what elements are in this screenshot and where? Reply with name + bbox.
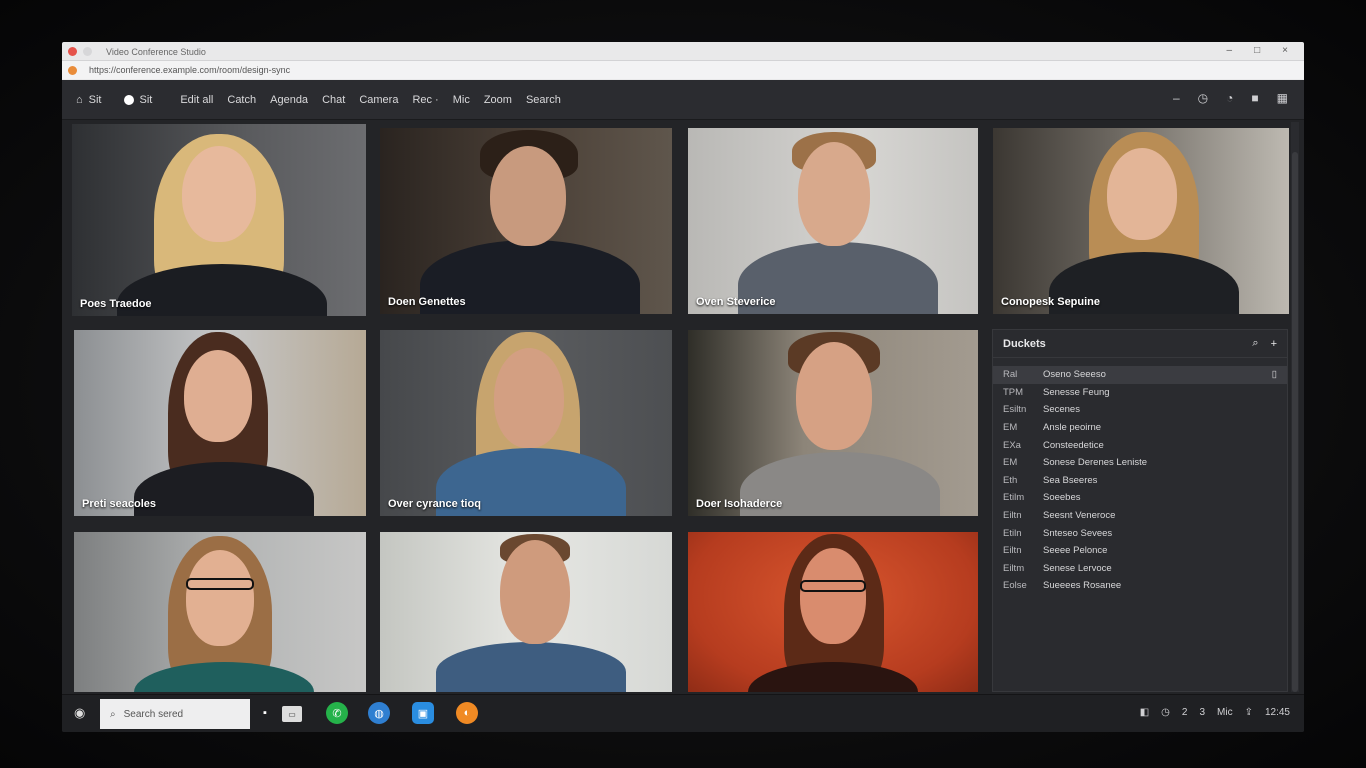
toolbar-record-button[interactable]: Rec ·: [412, 94, 438, 106]
layout-icon[interactable]: ▦: [1277, 91, 1288, 105]
list-item[interactable]: Eolse Sueeees Rosanee: [993, 577, 1287, 595]
system-tray: ◧ ◷ 2 3 Mic ⇪ 12:45: [1140, 707, 1290, 718]
tray-item[interactable]: ◧: [1140, 707, 1149, 718]
toolbar-zoom-button[interactable]: Zoom: [484, 94, 512, 106]
clock-icon[interactable]: ◷: [1198, 91, 1208, 105]
firefox-icon[interactable]: ◐: [456, 702, 478, 724]
participant-name: Preti seacoles: [82, 498, 156, 510]
scrollbar-thumb[interactable]: [1292, 152, 1298, 692]
list-item[interactable]: Eth Sea Bseeres: [993, 472, 1287, 490]
tab-dot-icon: [83, 47, 92, 56]
options-icon[interactable]: ▯: [1272, 369, 1277, 380]
stop-icon[interactable]: ■: [1251, 91, 1258, 105]
toolbar-right-icons: – ◷ ◔ ■ ▦: [1173, 91, 1288, 105]
video-tile[interactable]: [74, 532, 366, 692]
toolbar-home-button[interactable]: ⌂ Sit: [76, 94, 102, 106]
start-icon[interactable]: ◉: [74, 705, 85, 721]
globe-icon[interactable]: ◍: [368, 702, 390, 724]
tray-item[interactable]: 3: [1199, 707, 1205, 718]
toolbar-chat-button[interactable]: Chat: [322, 94, 345, 106]
window-icon[interactable]: ▭: [282, 706, 302, 722]
participant-name: Oven Steverice: [696, 296, 776, 308]
scrollbar[interactable]: [1291, 122, 1299, 692]
circle-icon: [123, 94, 134, 105]
window-close-icon[interactable]: ×: [1282, 45, 1288, 56]
app-icon[interactable]: ▣: [412, 702, 434, 724]
toolbar-search-button[interactable]: Search: [526, 94, 561, 106]
list-item[interactable]: TPM Senesse Feung: [993, 384, 1287, 402]
chat-icon[interactable]: ▪: [254, 702, 276, 724]
list-item[interactable]: EXa Consteedetice: [993, 436, 1287, 454]
plus-icon[interactable]: +: [1271, 338, 1277, 350]
list-item[interactable]: Eiltm Senese Lervoce: [993, 560, 1287, 578]
app-toolbar: ⌂ Sit Sit Edit all Catch Agenda Chat Cam…: [62, 80, 1304, 120]
panel-header: Duckets ⌕ +: [993, 330, 1287, 358]
video-tile[interactable]: Doer Isohaderce: [688, 330, 978, 516]
video-tile[interactable]: Over cyrance tioq: [380, 330, 672, 516]
whatsapp-icon[interactable]: ✆: [326, 702, 348, 724]
video-tile[interactable]: [380, 532, 672, 692]
minimize-icon[interactable]: –: [1173, 91, 1180, 105]
list-item[interactable]: EM Ansle peoirne: [993, 419, 1287, 437]
participant-name: Doer Isohaderce: [696, 498, 783, 510]
participant-list: Ral Oseno Seeeso ▯ TPM Senesse Feung Esiltn…: [993, 358, 1287, 595]
close-dot-icon[interactable]: [68, 47, 77, 56]
settings-icon[interactable]: ◔: [1226, 91, 1233, 105]
toolbar-camera-button[interactable]: Camera: [359, 94, 398, 106]
screen: Video Conference Studio – □ × https://co…: [62, 42, 1304, 732]
participant-name: Over cyrance tioq: [388, 498, 481, 510]
home-icon: ⌂: [76, 93, 83, 106]
window-controls: – □ ×: [1227, 45, 1288, 56]
toolbar-status-button[interactable]: Sit: [123, 94, 152, 106]
list-item[interactable]: Eiltn Seesnt Veneroce: [993, 507, 1287, 525]
participant-name: Doen Genettes: [388, 296, 466, 308]
window-minimize-icon[interactable]: –: [1227, 45, 1233, 56]
participants-panel: Duckets ⌕ + Ral Oseno Seeeso ▯ TPM Senesse …: [992, 329, 1288, 692]
taskbar-search[interactable]: ⌕ Search sered: [100, 699, 250, 729]
list-item[interactable]: Eiltn Seeee Pelonce: [993, 542, 1287, 560]
video-tile[interactable]: Preti seacoles: [74, 330, 366, 516]
window-maximize-icon[interactable]: □: [1254, 45, 1260, 56]
search-icon[interactable]: ⌕: [1252, 337, 1258, 350]
browser-tab-title[interactable]: Video Conference Studio: [106, 47, 206, 57]
address-bar[interactable]: https://conference.example.com/room/desi…: [89, 65, 290, 75]
video-tile[interactable]: Conopesk Sepuine: [993, 128, 1289, 314]
clock[interactable]: 12:45: [1265, 707, 1290, 718]
tray-item[interactable]: ◷: [1161, 707, 1170, 718]
toolbar-agenda-button[interactable]: Agenda: [270, 94, 308, 106]
participant-name: Conopesk Sepuine: [1001, 296, 1101, 308]
panel-title: Duckets: [1003, 337, 1046, 350]
toolbar-edit-button[interactable]: Edit all: [180, 94, 213, 106]
search-icon: ⌕: [110, 708, 116, 720]
video-tile[interactable]: [688, 532, 978, 692]
taskbar-search-placeholder: Search sered: [123, 708, 184, 720]
list-item[interactable]: EM Sonese Derenes Leniste: [993, 454, 1287, 472]
list-item[interactable]: Etilm Soeebes: [993, 489, 1287, 507]
video-tile[interactable]: Poes Traedoe: [72, 124, 366, 316]
toolbar-mic-button[interactable]: Mic: [453, 94, 470, 106]
toolbar-catch-button[interactable]: Catch: [227, 94, 256, 106]
video-tile[interactable]: Oven Steverice: [688, 128, 978, 314]
tray-item[interactable]: ⇪: [1245, 707, 1253, 718]
list-item[interactable]: Etiln Snteseo Sevees: [993, 524, 1287, 542]
browser-logo-icon: [68, 65, 77, 75]
tray-item[interactable]: Mic: [1217, 707, 1233, 718]
taskbar: ◉ ⌕ Search sered ▪ ▭ ✆ ◍ ▣ ◐ ◧ ◷ 2 3 Mic…: [62, 694, 1304, 732]
list-item[interactable]: Ral Oseno Seeeso ▯: [993, 366, 1287, 384]
browser-chrome: Video Conference Studio – □ × https://co…: [62, 42, 1304, 94]
participant-name: Poes Traedoe: [80, 298, 152, 310]
video-tile[interactable]: Doen Genettes: [380, 128, 672, 314]
list-item[interactable]: Esiltn Secenes: [993, 401, 1287, 419]
tray-item[interactable]: 2: [1182, 707, 1188, 718]
